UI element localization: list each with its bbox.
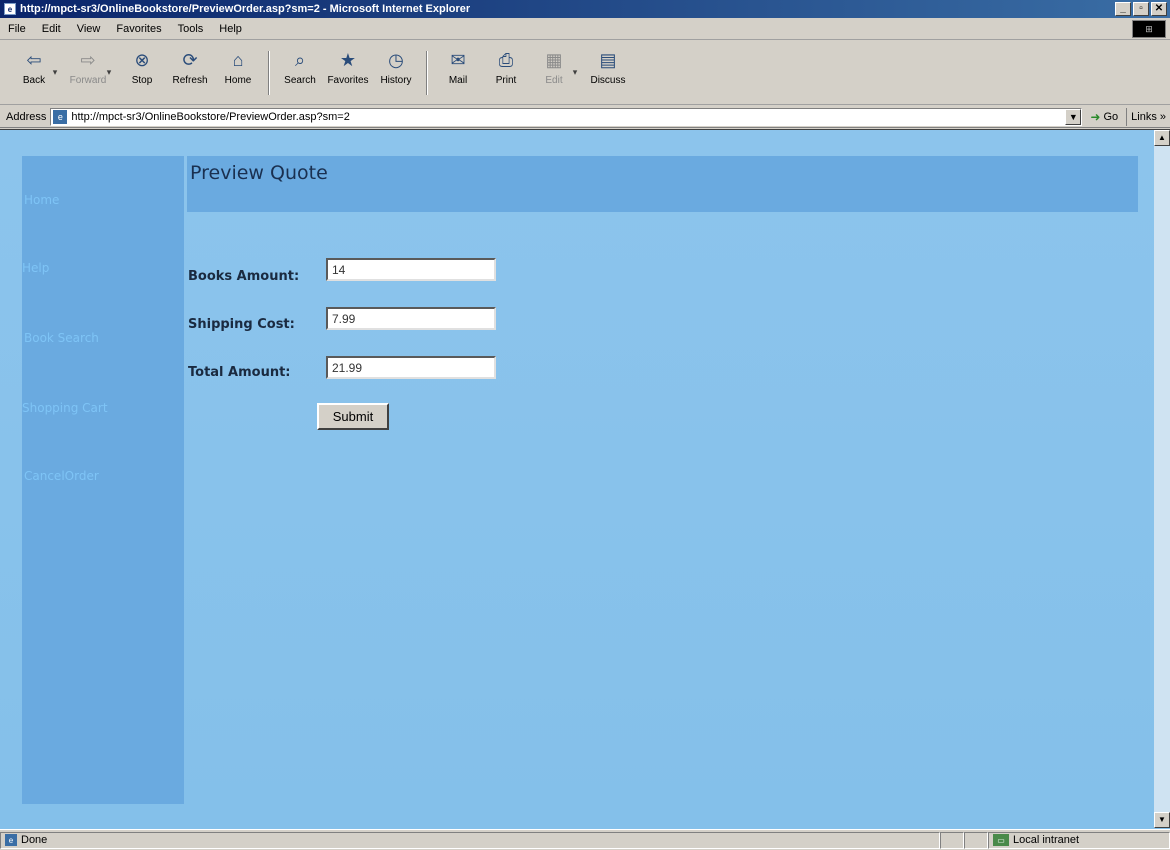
stop-icon: ⊗ xyxy=(134,50,150,70)
status-text: Done xyxy=(21,834,48,846)
toolbar-separator xyxy=(268,50,270,95)
sidebar-item-help[interactable]: Help xyxy=(22,261,49,275)
refresh-label: Refresh xyxy=(172,74,208,86)
zone-text: Local intranet xyxy=(1013,834,1080,846)
back-dropdown-icon[interactable]: ▾ xyxy=(50,67,60,78)
menu-file[interactable]: File xyxy=(0,23,34,35)
discuss-icon: ▤ xyxy=(599,50,617,70)
address-input[interactable]: e http://mpct-sr3/OnlineBookstore/Previe… xyxy=(50,107,1083,126)
books-amount-field[interactable] xyxy=(326,258,496,281)
shipping-cost-label: Shipping Cost: xyxy=(188,317,295,332)
close-button[interactable]: ✕ xyxy=(1151,2,1167,16)
printer-icon: ⎙ xyxy=(498,50,514,70)
search-button[interactable]: ⌕ Search xyxy=(276,45,324,101)
page-icon: e xyxy=(53,109,68,124)
mail-icon: ✉ xyxy=(450,50,466,70)
edit-icon: ▦ xyxy=(545,50,563,70)
windows-logo-icon: ⊞ xyxy=(1132,20,1166,38)
address-bar: Address e http://mpct-sr3/OnlineBookstor… xyxy=(0,106,1170,128)
status-text-pane: e Done xyxy=(0,831,940,849)
status-secure-pane xyxy=(964,831,988,849)
edit-dropdown-icon[interactable]: ▾ xyxy=(570,67,580,78)
books-amount-label: Books Amount: xyxy=(188,269,300,284)
discuss-label: Discuss xyxy=(590,74,626,86)
links-button[interactable]: Links » xyxy=(1126,107,1170,126)
status-zone-pane: ▭ Local intranet xyxy=(988,831,1170,849)
favorites-label: Favorites xyxy=(327,74,369,86)
stop-button[interactable]: ⊗ Stop xyxy=(118,45,166,101)
home-label: Home xyxy=(224,74,252,86)
page-header: Preview Quote xyxy=(187,156,1138,212)
print-button[interactable]: ⎙ Print xyxy=(482,45,530,101)
search-label: Search xyxy=(284,74,316,86)
sidebar-nav: Home Help Book Search Shopping Cart Canc… xyxy=(22,156,184,804)
menu-edit[interactable]: Edit xyxy=(34,23,69,35)
edit-label: Edit xyxy=(545,74,563,86)
window-title-bar: e http://mpct-sr3/OnlineBookstore/Previe… xyxy=(0,0,1170,18)
back-label: Back xyxy=(22,74,46,86)
submit-button[interactable]: Submit xyxy=(317,403,389,430)
refresh-icon: ⟳ xyxy=(182,50,198,70)
menu-bar: File Edit View Favorites Tools Help ⊞ xyxy=(0,18,1170,40)
sidebar-item-book-search[interactable]: Book Search xyxy=(24,331,99,345)
vertical-scrollbar[interactable]: ▲ ▼ xyxy=(1154,130,1170,828)
menu-favorites[interactable]: Favorites xyxy=(108,23,169,35)
scroll-down-icon[interactable]: ▼ xyxy=(1154,812,1170,828)
intranet-zone-icon: ▭ xyxy=(993,834,1009,846)
history-button[interactable]: ◷ History xyxy=(372,45,420,101)
shipping-cost-field[interactable] xyxy=(326,307,496,330)
menu-tools[interactable]: Tools xyxy=(170,23,212,35)
back-arrow-icon: ⇦ xyxy=(26,50,42,70)
discuss-button[interactable]: ▤ Discuss xyxy=(584,45,632,101)
home-icon: ⌂ xyxy=(232,50,244,70)
page-viewport: Home Help Book Search Shopping Cart Canc… xyxy=(0,129,1170,829)
toolbar-separator xyxy=(426,50,428,95)
refresh-button[interactable]: ⟳ Refresh xyxy=(166,45,214,101)
sidebar-item-cancel-order[interactable]: CancelOrder xyxy=(24,469,99,483)
address-label: Address xyxy=(6,110,47,123)
scroll-up-icon[interactable]: ▲ xyxy=(1154,130,1170,146)
stop-label: Stop xyxy=(131,74,153,86)
sidebar-item-shopping-cart[interactable]: Shopping Cart xyxy=(22,401,108,415)
status-bar: e Done ▭ Local intranet xyxy=(0,829,1170,850)
history-label: History xyxy=(380,74,412,86)
address-dropdown-icon[interactable]: ▼ xyxy=(1065,108,1082,125)
mail-label: Mail xyxy=(448,74,468,86)
status-progress-pane xyxy=(940,831,964,849)
go-button[interactable]: ➜ Go xyxy=(1082,110,1126,124)
print-label: Print xyxy=(495,74,517,86)
mail-button[interactable]: ✉ Mail xyxy=(434,45,482,101)
go-arrow-icon: ➜ xyxy=(1090,109,1101,124)
window-controls: _ ▫ ✕ xyxy=(1115,2,1167,16)
forward-label: Forward xyxy=(69,74,107,86)
favorites-button[interactable]: ★ Favorites xyxy=(324,45,372,101)
home-button[interactable]: ⌂ Home xyxy=(214,45,262,101)
minimize-button[interactable]: _ xyxy=(1115,2,1131,16)
page-done-icon: e xyxy=(5,834,17,846)
forward-dropdown-icon[interactable]: ▾ xyxy=(104,67,114,78)
forward-arrow-icon: ⇨ xyxy=(80,50,96,70)
address-url[interactable]: http://mpct-sr3/OnlineBookstore/PreviewO… xyxy=(71,111,1065,123)
favorites-icon: ★ xyxy=(339,50,357,70)
sidebar-item-home[interactable]: Home xyxy=(24,193,59,207)
standard-toolbar: ⇦ Back ▾ ⇨ Forward ▾ ⊗ Stop ⟳ Refresh ⌂ … xyxy=(0,41,1170,105)
page-title: Preview Quote xyxy=(190,162,328,184)
go-label: Go xyxy=(1103,110,1119,123)
total-amount-field[interactable] xyxy=(326,356,496,379)
history-icon: ◷ xyxy=(388,50,404,70)
menu-view[interactable]: View xyxy=(69,23,109,35)
total-amount-label: Total Amount: xyxy=(188,365,291,380)
maximize-button[interactable]: ▫ xyxy=(1133,2,1149,16)
menu-help[interactable]: Help xyxy=(211,23,250,35)
window-title: http://mpct-sr3/OnlineBookstore/PreviewO… xyxy=(20,3,471,15)
ie-page-icon: e xyxy=(4,3,16,15)
search-icon: ⌕ xyxy=(294,50,306,70)
